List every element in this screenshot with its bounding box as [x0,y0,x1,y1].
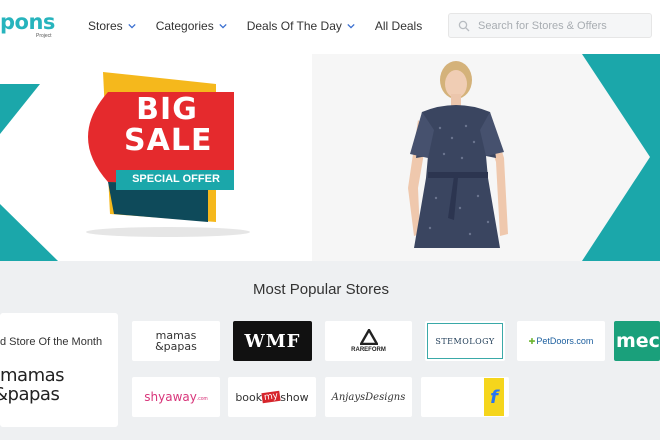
shyaway-suffix: .com [196,396,208,402]
stemology-frame: STEMOLOGY [427,323,503,359]
nav-all-deals-label: All Deals [374,19,423,33]
main-nav: Stores Categories Deals Of The Day All D… [88,19,442,33]
featured-logo-line1: mamas [0,365,65,386]
sale-word-big: BIG [136,92,198,127]
nav-all-deals[interactable]: All Deals [375,19,422,33]
petdoors-logo: PetDoors.com [536,336,594,346]
nav-deals-label: Deals Of The Day [246,19,342,33]
store-of-the-month-card[interactable]: d Store Of the Month mamas &papas [0,313,118,427]
teal-arrow-right-shape [582,54,660,261]
hero-banner[interactable]: BIG SALE SPECIAL OFFER [0,54,660,261]
chevron-down-icon [347,23,355,29]
store-tile-flipkart[interactable]: f [421,377,509,417]
special-offer-label: SPECIAL OFFER [132,173,220,185]
bookmyshow-post: show [280,390,309,404]
anjays-designs-logo: AnjaysDesigns [331,391,406,403]
ampersand: & [0,384,8,405]
chevron-down-icon [219,23,227,29]
wmf-logo: WMF [244,330,301,352]
big-sale-headline: BIG SALE [124,92,213,158]
store-tile-petdoors[interactable]: ✚ PetDoors.com [517,321,605,361]
flipkart-logo: f [490,386,498,408]
bookmyshow-mid: my [261,390,281,404]
search-box[interactable] [448,13,652,38]
store-tile-shyaway[interactable]: shyaway .com [132,377,220,417]
meci-logo: meci [616,330,660,352]
chevron-down-icon [128,23,136,29]
mamas-papas-line2: &papas [155,340,197,353]
mamas-papas-logo: mamas &papas [155,330,197,352]
model-image [408,61,508,248]
search-input[interactable] [478,19,648,32]
sale-word-sale: SALE [124,123,213,158]
teal-arrow-left-shape [0,84,58,261]
stemology-logo: STEMOLOGY [435,336,495,346]
store-tile-mamas-papas[interactable]: mamas &papas [132,321,220,361]
paw-icon: ✚ [528,336,536,346]
rareform-triangle-icon [359,329,378,345]
site-header: pons Project Stores Categories Deals Of … [0,0,660,54]
popular-stores-title: Most Popular Stores [253,281,389,298]
featured-logo-line2: papas [7,384,60,405]
logo-text: pons [0,10,55,34]
store-tile-rareform[interactable]: RAREFORM [325,321,412,361]
store-tile-anjays-designs[interactable]: AnjaysDesigns [325,377,412,417]
nav-stores-label: Stores [88,19,123,33]
store-of-the-month-title: d Store Of the Month [0,336,103,348]
store-tile-meci[interactable]: meci [614,321,660,361]
logo-subtitle: Project [36,33,52,39]
bookmyshow-pre: book [235,390,263,404]
store-tile-bookmyshow[interactable]: book my show [228,377,316,417]
store-tile-stemology[interactable]: STEMOLOGY [425,321,505,361]
flipkart-bag-icon: f [484,378,504,416]
nav-stores[interactable]: Stores [88,19,136,33]
search-icon [458,20,470,31]
nav-categories[interactable]: Categories [156,19,227,33]
nav-categories-label: Categories [155,19,214,33]
rareform-logo: RAREFORM [351,347,386,353]
featured-store-logo: mamas &papas [0,365,65,405]
shyaway-logo: shyaway [144,390,197,404]
nav-deals-of-the-day[interactable]: Deals Of The Day [247,19,355,33]
store-tile-wmf[interactable]: WMF [233,321,312,361]
